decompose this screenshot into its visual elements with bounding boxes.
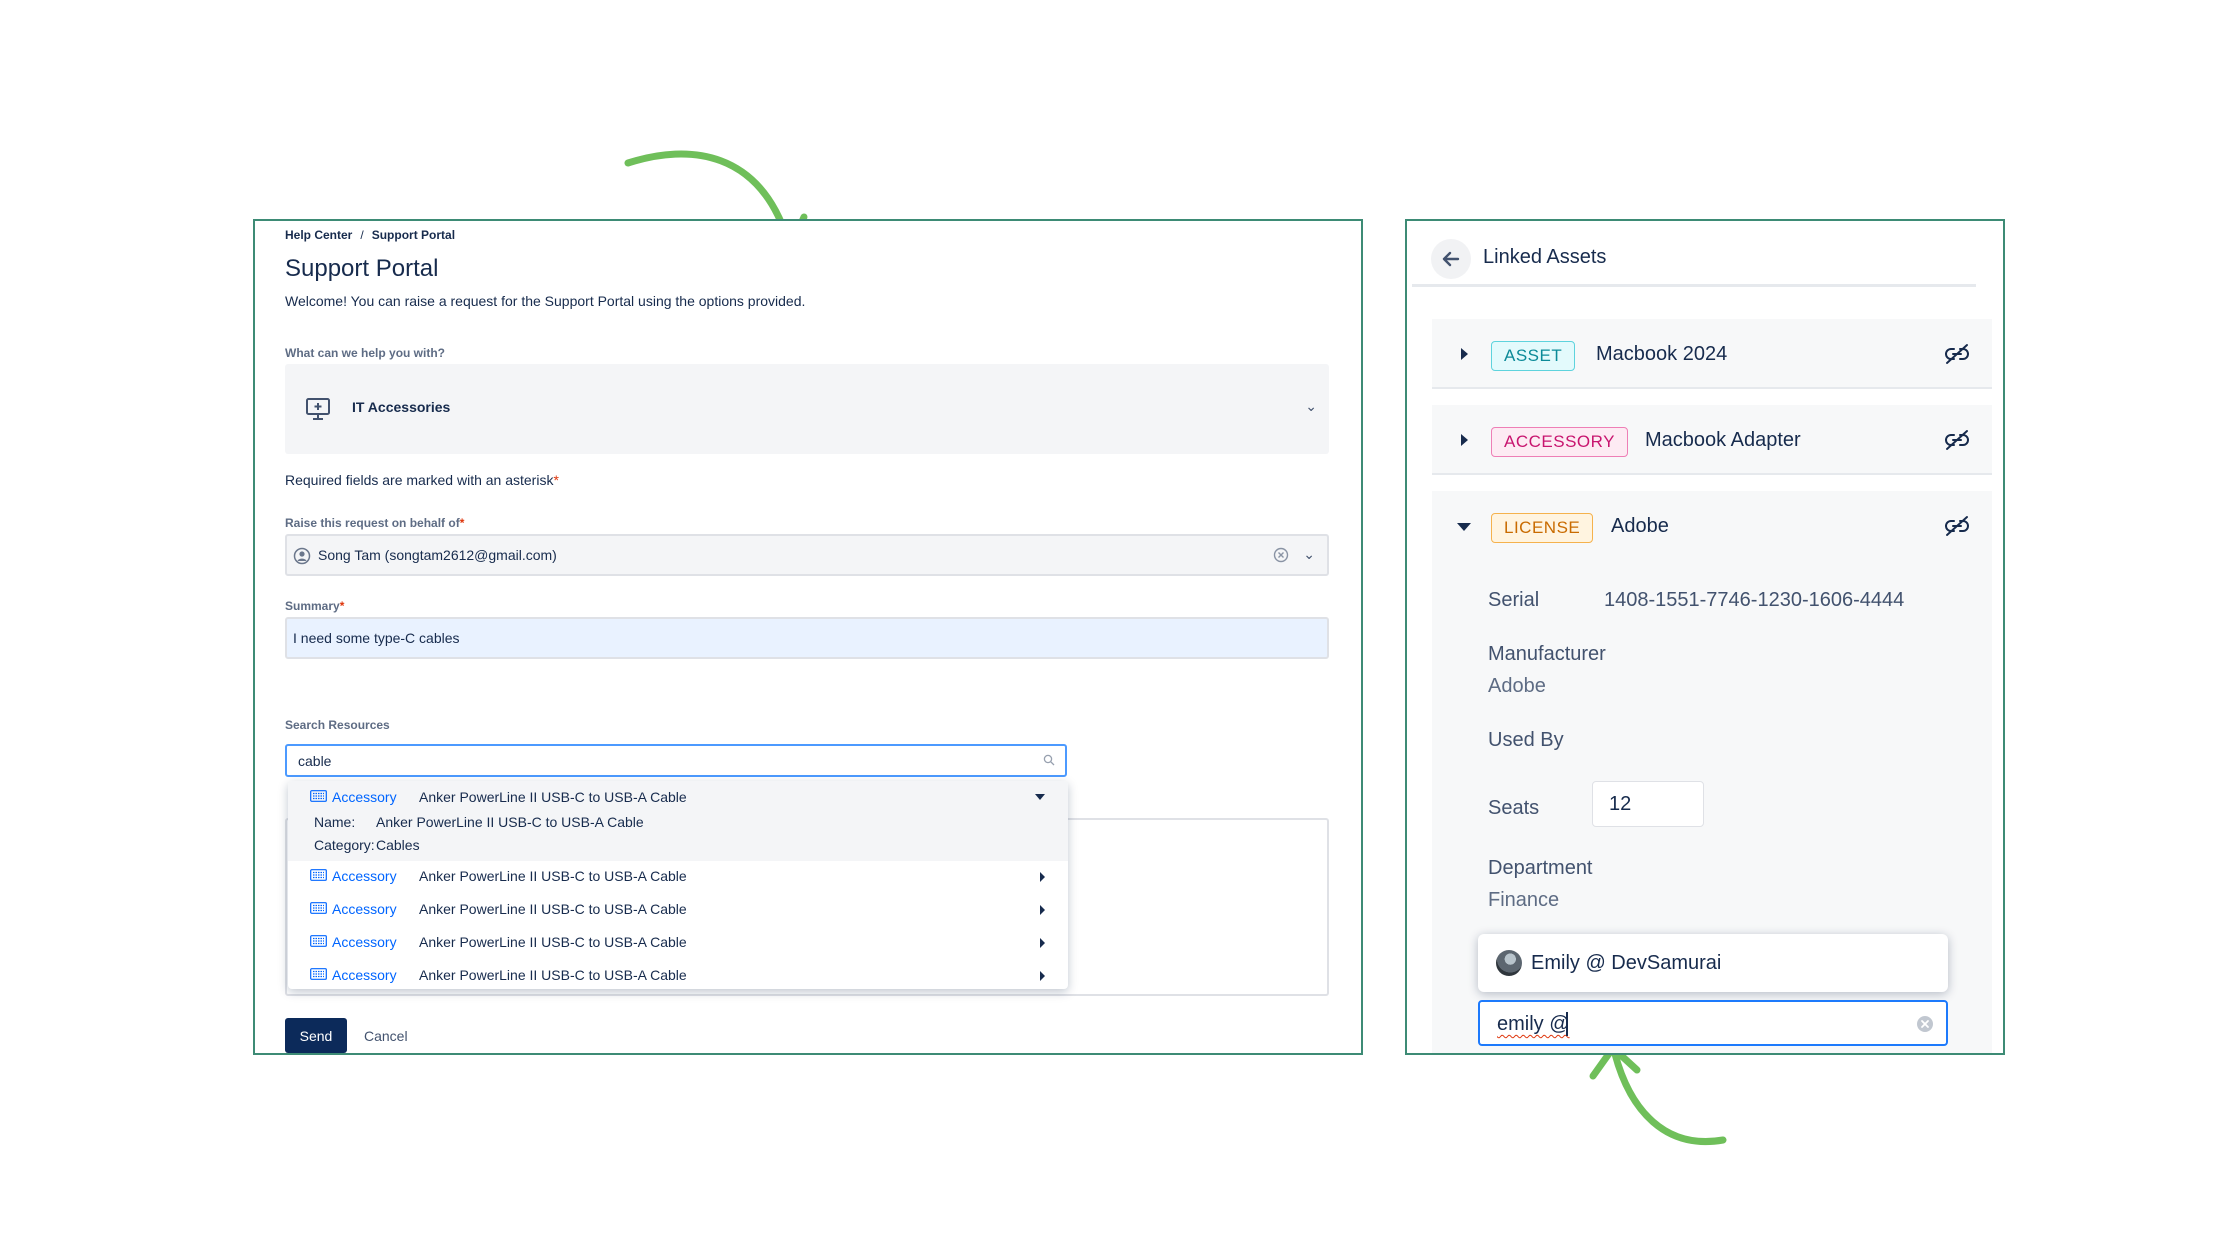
caret-right-icon[interactable] bbox=[1038, 937, 1046, 949]
result-row[interactable]: Accessory Anker PowerLine II USB-C to US… bbox=[288, 964, 1068, 986]
linked-assets-title: Linked Assets bbox=[1483, 246, 1607, 268]
request-type-select[interactable]: IT Accessories ⌄ bbox=[285, 364, 1329, 454]
result-type: Accessory bbox=[332, 934, 397, 950]
avatar bbox=[1496, 950, 1522, 976]
result-name: Anker PowerLine II USB-C to USB-A Cable bbox=[419, 967, 687, 983]
result-row[interactable]: Accessory Anker PowerLine II USB-C to US… bbox=[288, 931, 1068, 953]
arrow-left-icon bbox=[1442, 251, 1460, 267]
asset-name: Macbook 2024 bbox=[1596, 343, 1728, 365]
result-name: Anker PowerLine II USB-C to USB-A Cable bbox=[419, 789, 687, 805]
mention-suggestion-label: Emily @ DevSamurai bbox=[1531, 952, 1722, 974]
result-type: Accessory bbox=[332, 789, 397, 805]
caret-down-icon[interactable] bbox=[1457, 522, 1471, 531]
caret-right-icon[interactable] bbox=[1038, 871, 1046, 883]
department-value: Finance bbox=[1488, 889, 1560, 911]
behalf-select[interactable]: Song Tam (songtam2612@gmail.com) ⌄ bbox=[285, 534, 1329, 576]
result-detail-name: Name: Anker PowerLine II USB-C to USB-A C… bbox=[314, 814, 644, 830]
request-type-label: What can we help you with? bbox=[285, 346, 446, 360]
caret-right-icon[interactable] bbox=[1038, 904, 1046, 916]
keyboard-icon bbox=[310, 790, 327, 802]
chevron-down-icon[interactable]: ⌄ bbox=[1303, 546, 1315, 563]
text-cursor bbox=[1566, 1012, 1568, 1036]
asset-row-adobe[interactable]: LICENSE Adobe bbox=[1432, 491, 1992, 561]
mention-suggestion[interactable]: Emily @ DevSamurai bbox=[1478, 934, 1948, 992]
support-portal-panel: Help Center / Support Portal Support Porta… bbox=[253, 219, 1363, 1055]
required-note: Required fields are marked with an aster… bbox=[285, 472, 559, 488]
caret-right-icon[interactable] bbox=[1460, 348, 1468, 360]
send-button[interactable]: Send bbox=[285, 1018, 347, 1053]
caret-right-icon[interactable] bbox=[1460, 434, 1468, 446]
seats-input[interactable]: 12 bbox=[1592, 781, 1704, 827]
summary-field[interactable]: I need some type-C cables bbox=[285, 617, 1329, 659]
search-results-dropdown: Accessory Anker PowerLine II USB-C to US… bbox=[288, 781, 1068, 989]
keyboard-icon bbox=[310, 869, 327, 881]
result-type: Accessory bbox=[332, 901, 397, 917]
linked-assets-panel: Linked Assets ASSET Macbook 2024 ACCESSO… bbox=[1405, 219, 2005, 1055]
chevron-down-icon: ⌄ bbox=[1305, 398, 1317, 414]
breadcrumb-help-center[interactable]: Help Center bbox=[285, 228, 352, 242]
result-row[interactable]: Accessory Anker PowerLine II USB-C to US… bbox=[288, 865, 1068, 887]
monitor-icon bbox=[306, 398, 330, 420]
license-badge: LICENSE bbox=[1491, 513, 1594, 543]
result-name: Anker PowerLine II USB-C to USB-A Cable bbox=[419, 901, 687, 917]
behalf-value: Song Tam (songtam2612@gmail.com) bbox=[318, 547, 557, 563]
asset-name: Adobe bbox=[1611, 515, 1669, 537]
result-item[interactable]: Accessory Anker PowerLine II USB-C to US… bbox=[288, 781, 1068, 861]
keyboard-icon bbox=[310, 902, 327, 914]
back-button[interactable] bbox=[1431, 239, 1471, 279]
manufacturer-label: Manufacturer bbox=[1488, 643, 1606, 665]
result-name: Anker PowerLine II USB-C to USB-A Cable bbox=[419, 868, 687, 884]
unlink-icon[interactable] bbox=[1944, 429, 1970, 451]
search-icon bbox=[1043, 754, 1055, 766]
breadcrumb-support-portal[interactable]: Support Portal bbox=[372, 228, 455, 242]
user-icon bbox=[293, 547, 311, 565]
serial-value: 1408-1551-7746-1230-1606-4444 bbox=[1604, 589, 1905, 611]
asset-row-macbook[interactable]: ASSET Macbook 2024 bbox=[1432, 319, 1992, 389]
keyboard-icon bbox=[310, 935, 327, 947]
search-resources-input[interactable]: cable bbox=[285, 744, 1067, 777]
page-title: Support Portal bbox=[285, 255, 439, 282]
result-row[interactable]: Accessory Anker PowerLine II USB-C to US… bbox=[288, 898, 1068, 920]
seats-label: Seats bbox=[1488, 797, 1540, 819]
request-type-value: IT Accessories bbox=[352, 399, 451, 415]
asset-name: Macbook Adapter bbox=[1645, 429, 1801, 451]
result-type: Accessory bbox=[332, 868, 397, 884]
accessory-badge: ACCESSORY bbox=[1491, 427, 1628, 457]
clear-icon[interactable] bbox=[1916, 1015, 1934, 1033]
keyboard-icon bbox=[310, 968, 327, 980]
manufacturer-value: Adobe bbox=[1488, 675, 1546, 697]
linked-assets-header: Linked Assets bbox=[1412, 221, 1976, 287]
unlink-icon[interactable] bbox=[1944, 343, 1970, 365]
welcome-text: Welcome! You can raise a request for the… bbox=[285, 293, 806, 309]
department-label: Department bbox=[1488, 857, 1593, 879]
breadcrumb: Help Center / Support Portal bbox=[285, 228, 455, 242]
annotation-arrow-icon bbox=[1589, 1044, 1727, 1145]
summary-label: Summary* bbox=[285, 599, 345, 613]
used-by-input[interactable]: emily @ bbox=[1478, 1000, 1948, 1046]
result-row[interactable]: Accessory Anker PowerLine II USB-C to US… bbox=[288, 786, 1068, 808]
search-value: cable bbox=[298, 753, 332, 769]
result-detail-category: Category:Cables bbox=[314, 837, 420, 853]
asset-row-adapter[interactable]: ACCESSORY Macbook Adapter bbox=[1432, 405, 1992, 475]
result-type: Accessory bbox=[332, 967, 397, 983]
caret-right-icon[interactable] bbox=[1038, 970, 1046, 982]
behalf-label: Raise this request on behalf of* bbox=[285, 516, 465, 530]
search-resources-label: Search Resources bbox=[285, 718, 390, 732]
serial-label: Serial bbox=[1488, 589, 1540, 611]
used-by-label: Used By bbox=[1488, 729, 1564, 751]
caret-down-icon[interactable] bbox=[1034, 792, 1046, 802]
clear-icon[interactable] bbox=[1273, 547, 1289, 563]
asset-badge: ASSET bbox=[1491, 341, 1576, 371]
used-by-input-value: emily @ bbox=[1497, 1013, 1570, 1035]
result-name: Anker PowerLine II USB-C to USB-A Cable bbox=[419, 934, 687, 950]
cancel-button[interactable]: Cancel bbox=[364, 1018, 408, 1053]
breadcrumb-separator: / bbox=[360, 228, 364, 242]
unlink-icon[interactable] bbox=[1944, 515, 1970, 537]
